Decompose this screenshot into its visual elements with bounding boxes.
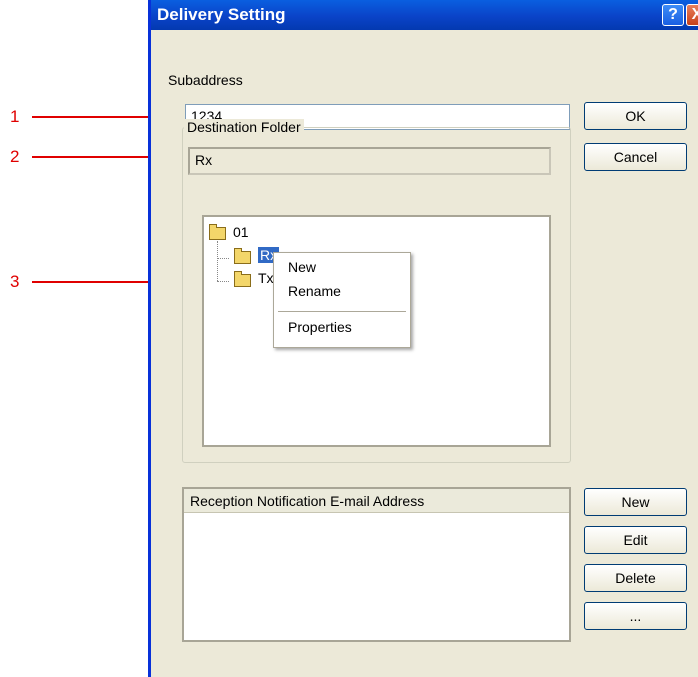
destination-folder-label: Destination Folder: [184, 119, 304, 135]
folder-icon: [234, 271, 251, 287]
context-menu: New Rename Properties: [273, 252, 411, 348]
delete-button[interactable]: Delete: [584, 564, 687, 592]
destination-folder-field: Rx: [188, 147, 551, 175]
tree-item-tx[interactable]: Tx: [258, 270, 274, 286]
title-bar[interactable]: Delivery Setting ? X: [151, 0, 698, 30]
cancel-label: Cancel: [613, 149, 658, 165]
help-icon: ?: [668, 6, 678, 23]
ok-label: OK: [625, 108, 646, 124]
subaddress-label: Subaddress: [168, 72, 243, 88]
close-button[interactable]: X: [686, 4, 698, 26]
menu-item-new[interactable]: New: [288, 259, 316, 275]
more-label: ...: [629, 608, 642, 624]
edit-button[interactable]: Edit: [584, 526, 687, 554]
notification-header-label: Reception Notification E-mail Address: [190, 493, 425, 509]
folder-icon: [209, 224, 226, 240]
tree-connector: [217, 281, 229, 282]
tree-connector: [217, 241, 218, 281]
callout-3: 3: [0, 270, 217, 294]
tree-connector: [217, 258, 229, 259]
new-button[interactable]: New: [584, 488, 687, 516]
tree-item-root[interactable]: 01: [233, 224, 249, 240]
delivery-setting-dialog: Delivery Setting ? X Subaddress 1234 OK …: [148, 0, 698, 677]
dialog-title: Delivery Setting: [157, 5, 286, 24]
menu-item-rename[interactable]: Rename: [288, 283, 341, 299]
notification-email-list[interactable]: Reception Notification E-mail Address: [182, 487, 571, 642]
callout-number: 2: [10, 147, 20, 166]
menu-separator: [278, 311, 406, 312]
destination-folder-value: Rx: [195, 152, 213, 168]
delete-label: Delete: [615, 570, 656, 586]
callout-number: 1: [10, 107, 20, 126]
callout-2: 2: [0, 145, 182, 169]
cancel-button[interactable]: Cancel: [584, 143, 687, 171]
menu-item-properties[interactable]: Properties: [288, 319, 352, 335]
help-button[interactable]: ?: [662, 4, 684, 26]
ok-button[interactable]: OK: [584, 102, 687, 130]
callout-1: 1: [0, 105, 187, 129]
open-folder-icon: [234, 248, 251, 264]
more-button[interactable]: ...: [584, 602, 687, 630]
edit-label: Edit: [623, 532, 648, 548]
new-label: New: [621, 494, 650, 510]
list-column-header[interactable]: Reception Notification E-mail Address: [184, 489, 569, 513]
callout-number: 3: [10, 272, 20, 291]
close-icon: X: [691, 6, 698, 23]
